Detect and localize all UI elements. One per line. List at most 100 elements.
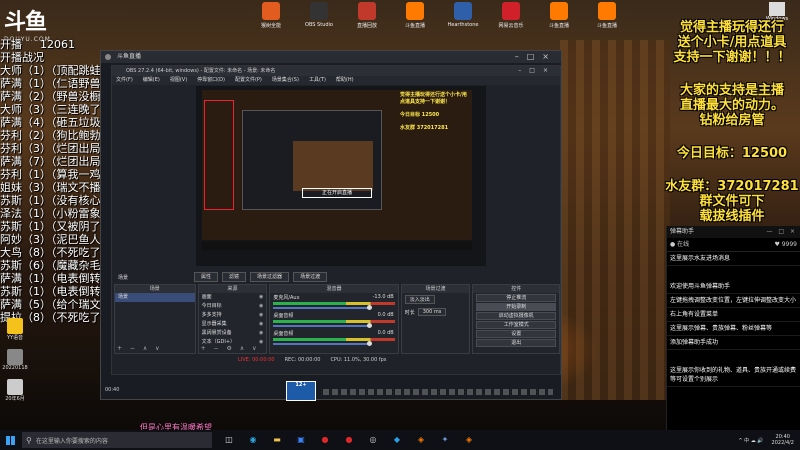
volume-slider[interactable] bbox=[273, 305, 373, 310]
scene-toolbar-button[interactable]: 滤镜 bbox=[222, 272, 247, 282]
channel-db: 0.0 dB bbox=[377, 312, 394, 318]
scene-toolbar-button[interactable]: 属性 bbox=[194, 272, 219, 282]
source-item[interactable]: 今日目标 ◉ bbox=[199, 302, 267, 311]
desktop-icon[interactable]: 斗鱼直播 bbox=[538, 2, 580, 29]
desktop-icon[interactable]: 20220118 bbox=[2, 349, 28, 371]
desktop-icon[interactable]: 斗鱼直播 bbox=[586, 2, 628, 29]
desktop-icon[interactable]: 斗鱼直播 bbox=[394, 2, 436, 29]
window-controls[interactable]: –□× bbox=[515, 51, 557, 63]
eye-icon[interactable]: ◉ bbox=[259, 329, 263, 338]
desktop-icon[interactable]: 网易云音乐 bbox=[490, 2, 532, 29]
scene-toolbar-button[interactable]: 场景过滤器 bbox=[250, 272, 290, 282]
douyu-icon[interactable]: ◈ bbox=[414, 433, 428, 447]
duration-label: 时长 bbox=[404, 309, 415, 316]
danmaku-assistant-panel[interactable]: 弹幕助手 — □ × ● 在线 ♥ 9999 这里展示水友进场消息 欢迎使用斗鱼弹… bbox=[666, 226, 800, 430]
desktop-icon-label: 斗鱼直播 bbox=[404, 23, 425, 29]
menu-item[interactable]: 工具(T) bbox=[309, 76, 326, 85]
chat-message: 这里展示你收到的礼物、道具、贵族开通或续费等可设置个别展示 bbox=[667, 364, 800, 387]
volume-slider[interactable] bbox=[273, 323, 373, 328]
netease-icon[interactable]: ● bbox=[342, 433, 356, 447]
start-button[interactable] bbox=[0, 430, 20, 450]
obs-icon[interactable]: ◎ bbox=[366, 433, 380, 447]
eye-icon[interactable]: ◉ bbox=[259, 302, 263, 311]
menu-item[interactable]: 场景集合(S) bbox=[272, 76, 299, 85]
overlay-line: 直播最大的动力。 bbox=[679, 98, 784, 113]
store-icon[interactable]: ▣ bbox=[294, 433, 308, 447]
control-button[interactable]: 启动虚拟摄像机 bbox=[476, 312, 556, 320]
nested-support-text: 觉得主播玩得还行送个小卡/用点道具支持一下谢谢！ bbox=[400, 92, 467, 105]
volume-meter bbox=[273, 302, 395, 305]
control-button[interactable]: 停止推流 bbox=[476, 294, 556, 302]
desktop-icon[interactable]: Hearthstone bbox=[442, 2, 484, 29]
edge-icon[interactable]: ◉ bbox=[246, 433, 260, 447]
dock-title: 控件 bbox=[473, 285, 559, 293]
source-item[interactable]: 多多支持 ◉ bbox=[199, 311, 267, 320]
match-record-overlay: 开播 12061 开播战况 大师（1）（顶配跳蛙） 萨满（1）（仁语野兽） 萨满（2）… bbox=[0, 38, 112, 324]
taskbar-clock[interactable]: 20:40 2022/4/2 bbox=[772, 434, 794, 446]
dock-title: 混音器 bbox=[270, 285, 398, 293]
obs-title: OBS 27.2.4 (64-bit, windows) - 配置文件: 未命名… bbox=[126, 68, 276, 74]
source-list: 画面 ◉ 今日目标 ◉ 多多支持 ◉ 显示器采集 ◉ 黑阔悬赏设备 ◉ 文本（GDI+） … bbox=[199, 293, 267, 347]
nested-target-text: 今日目标 12500 bbox=[400, 112, 440, 118]
chat-window-controls[interactable]: — □ × bbox=[766, 226, 797, 238]
eye-icon[interactable]: ◉ bbox=[259, 338, 263, 347]
overlay-line: 觉得主播玩得还行 bbox=[679, 20, 784, 35]
control-button[interactable]: 工作室模式 bbox=[476, 321, 556, 329]
transition-type-row[interactable]: 淡入淡出 bbox=[402, 293, 470, 306]
file-explorer-icon[interactable]: ▬ bbox=[270, 433, 284, 447]
control-button[interactable]: 退出 bbox=[476, 339, 556, 347]
app-icon bbox=[502, 2, 520, 20]
volume-slider[interactable] bbox=[273, 341, 373, 346]
task-view-icon[interactable]: ◫ bbox=[222, 433, 236, 447]
scene-item[interactable]: 场景 bbox=[115, 293, 195, 302]
eye-icon[interactable]: ◉ bbox=[259, 293, 263, 302]
scene-tools[interactable]: + − ∧ ∨ bbox=[117, 345, 163, 352]
stat-value: 12061 bbox=[40, 38, 75, 51]
eye-icon[interactable]: ◉ bbox=[259, 311, 263, 320]
scene-toolbar-button[interactable]: 场景过渡 bbox=[293, 272, 328, 282]
control-button[interactable]: 开始录制 bbox=[476, 303, 556, 311]
app-icon bbox=[598, 2, 616, 20]
source-label: 今日目标 bbox=[201, 303, 222, 309]
menu-item[interactable]: 文件(F) bbox=[116, 76, 133, 85]
menu-item[interactable]: 配置文件(P) bbox=[235, 76, 262, 85]
obs-studio-window[interactable]: OBS 27.2.4 (64-bit, windows) - 配置文件: 未命名… bbox=[111, 65, 561, 375]
desktop-icon[interactable]: 直播回放 bbox=[346, 2, 388, 29]
target-line: 今日目标：12500 bbox=[676, 146, 788, 161]
desktop-icon[interactable]: YY语音 bbox=[2, 318, 28, 341]
desktop-icon[interactable]: 20年6月 bbox=[2, 379, 28, 402]
channel-name: 桌面音频 bbox=[273, 331, 294, 337]
source-item[interactable]: 画面 ◉ bbox=[199, 293, 267, 302]
mixer-channel: 麦克风/Aux -13.0 dB bbox=[270, 293, 397, 311]
netease-music-icon[interactable]: ● bbox=[318, 433, 332, 447]
douyu-live-icon[interactable]: ◈ bbox=[462, 433, 476, 447]
nested-stream-frame: 觉得主播玩得还行送个小卡/用点道具支持一下谢谢！ 今日目标 12500 水友群 … bbox=[202, 90, 472, 240]
menu-item[interactable]: 停靠窗口(D) bbox=[197, 76, 225, 85]
source-item[interactable]: 黑阔悬赏设备 ◉ bbox=[199, 329, 267, 338]
duration-input[interactable]: 300 ms bbox=[417, 308, 447, 316]
desktop-icon-windows[interactable]: Windows bbox=[762, 2, 792, 22]
menu-item[interactable]: 帮助(H) bbox=[336, 76, 354, 85]
transition-type-select[interactable]: 淡入淡出 bbox=[404, 295, 435, 304]
eye-icon[interactable]: ◉ bbox=[259, 320, 263, 329]
slider-knob[interactable] bbox=[367, 305, 373, 310]
source-item[interactable]: 显示器采集 ◉ bbox=[199, 320, 267, 329]
match-record-line: 苏斯（6）（魔藏杂毛） bbox=[0, 259, 112, 272]
taskbar-search[interactable]: ⚲ 在这里输入你要搜索的内容 bbox=[22, 432, 212, 448]
obs-window-controls[interactable]: –□× bbox=[518, 66, 556, 76]
obs-preview-canvas[interactable]: 觉得主播玩得还行送个小卡/用点道具支持一下谢谢！ 今日目标 12500 水友群 … bbox=[196, 86, 486, 266]
menu-item[interactable]: 视图(V) bbox=[170, 76, 187, 85]
hearthstone-icon[interactable]: ✦ bbox=[438, 433, 452, 447]
menu-item[interactable]: 编辑(E) bbox=[143, 76, 160, 85]
windows-folder-icon bbox=[769, 2, 785, 16]
slider-knob[interactable] bbox=[367, 341, 373, 346]
obs-preview-window[interactable]: 斗鱼直播 –□× OBS 27.2.4 (64-bit, windows) - … bbox=[100, 50, 562, 401]
control-button[interactable]: 设置 bbox=[476, 330, 556, 338]
chat-message-list: 这里展示水友进场消息 欢迎使用斗鱼弹幕助手 左键拖拽调整改变位置，左键拉伸调整改变大… bbox=[667, 252, 800, 387]
desktop-icon[interactable]: OBS Studio bbox=[298, 2, 340, 29]
qq-icon[interactable]: ◆ bbox=[390, 433, 404, 447]
slider-knob[interactable] bbox=[367, 323, 373, 328]
source-tools[interactable]: + − ⚙ ∧ ∨ bbox=[201, 345, 260, 352]
desktop-icon[interactable]: 猴树全能 bbox=[250, 2, 292, 29]
tray-icons[interactable]: ^ 中 ☁ 🔊 bbox=[738, 437, 763, 444]
